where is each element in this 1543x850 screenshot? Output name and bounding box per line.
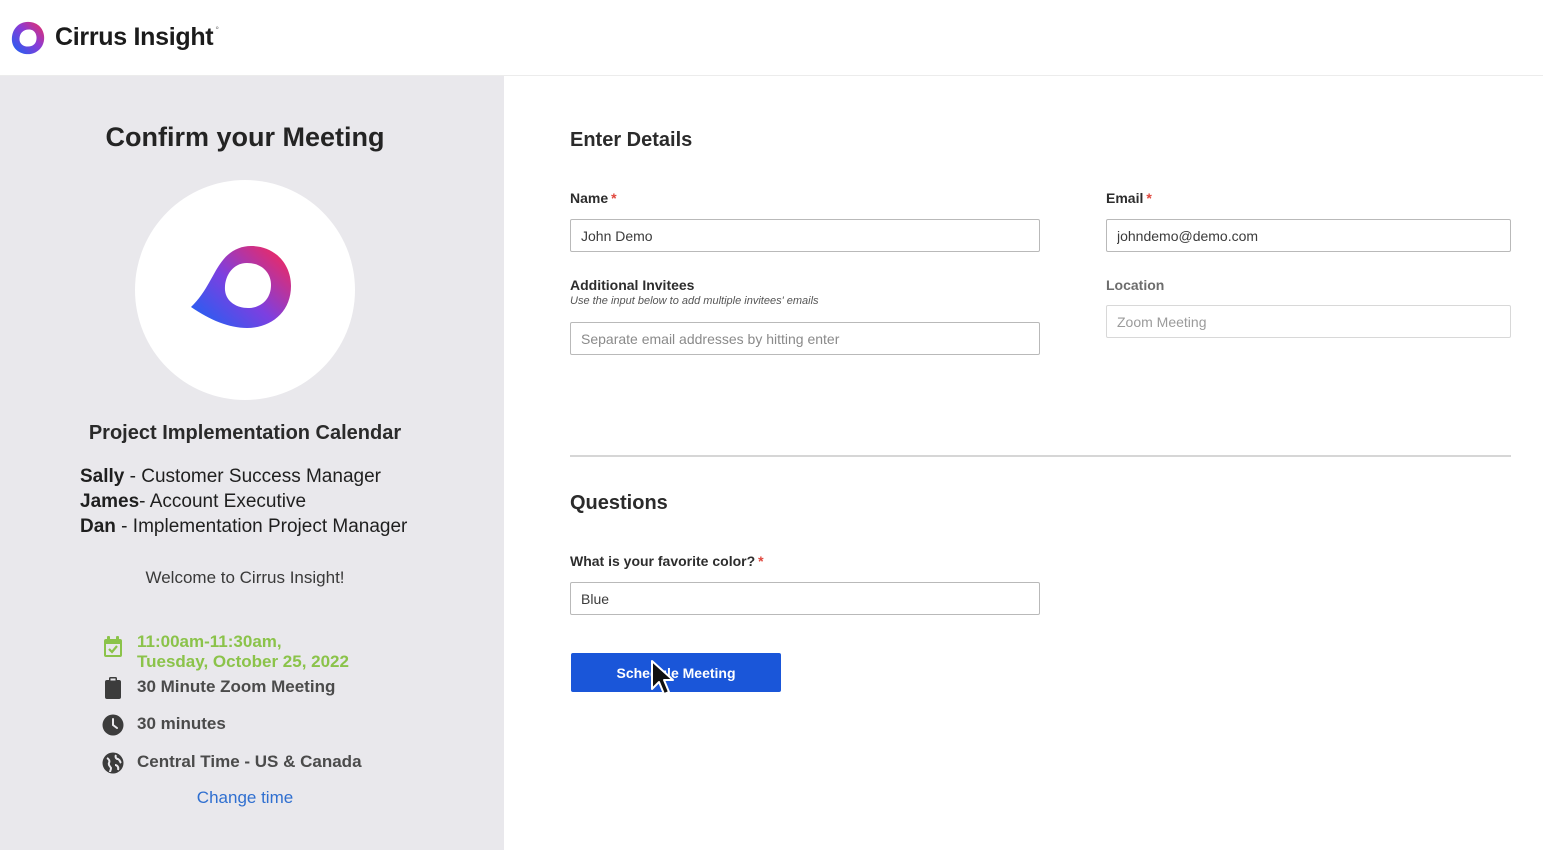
required-mark: *	[611, 190, 617, 206]
team-member-role: Account Executive	[149, 491, 307, 512]
meeting-duration: 30 minutes	[137, 714, 226, 733]
meeting-type-row: 30 Minute Zoom Meeting	[102, 677, 335, 699]
top-header: Cirrus Insight °	[0, 0, 1543, 76]
change-time-link[interactable]: Change time	[0, 788, 490, 808]
team-member-separator: -	[115, 516, 133, 537]
team-member: Dan - Implementation Project Manager	[80, 514, 407, 539]
location-field	[1106, 305, 1511, 338]
clipboard-icon	[102, 677, 124, 699]
clock-icon	[102, 714, 124, 736]
name-label-text: Name	[570, 190, 609, 206]
required-mark: *	[1146, 190, 1152, 206]
location-label: Location	[1106, 277, 1165, 293]
meeting-type: 30 Minute Zoom Meeting	[137, 677, 336, 696]
additional-invitees-label: Additional Invitees	[570, 277, 695, 293]
required-mark: *	[758, 553, 764, 569]
favorite-color-field[interactable]	[570, 582, 1040, 615]
brand-trademark: °	[215, 24, 219, 35]
meeting-datetime: 11:00am-11:30am, Tuesday, October 25, 20…	[102, 632, 349, 672]
calendar-name: Project Implementation Calendar	[88, 422, 402, 444]
email-label: Email *	[1106, 190, 1152, 206]
team-member: Sally - Customer Success Manager	[80, 464, 407, 489]
cirrus-insight-logo-icon	[191, 246, 291, 328]
team-member-name: Sally	[80, 466, 125, 487]
team-member-name: Dan	[80, 516, 116, 537]
cirrus-insight-logo-icon[interactable]	[9, 19, 47, 57]
team-member-separator: -	[124, 466, 142, 487]
questions-title: Questions	[570, 492, 668, 514]
duration-row: 30 minutes	[102, 714, 226, 736]
globe-icon	[102, 752, 124, 774]
team-member-role: Customer Success Manager	[141, 466, 381, 487]
team-member-separator: -	[139, 491, 150, 512]
name-field[interactable]	[570, 219, 1040, 252]
datetime-text: 11:00am-11:30am, Tuesday, October 25, 20…	[137, 632, 349, 672]
team-member-name: James	[80, 491, 140, 512]
additional-invitees-input[interactable]	[570, 322, 1040, 355]
time-range: 11:00am-11:30am,	[137, 632, 282, 651]
additional-invitees-hint: Use the input below to add multiple invi…	[570, 295, 819, 307]
calendar-avatar	[135, 180, 355, 400]
name-label: Name *	[570, 190, 617, 206]
schedule-meeting-button[interactable]: Schedule Meeting	[571, 653, 781, 692]
email-field[interactable]	[1106, 219, 1511, 252]
confirm-title: Confirm your Meeting	[105, 122, 385, 152]
team-member: James- Account Executive	[80, 489, 407, 514]
welcome-message: Welcome to Cirrus Insight!	[145, 568, 345, 587]
timezone: Central Time - US & Canada	[137, 752, 362, 771]
favorite-color-question: What is your favorite color?	[570, 553, 756, 569]
calendar-icon	[102, 636, 124, 658]
email-label-text: Email	[1106, 190, 1144, 206]
section-divider	[570, 455, 1511, 457]
favorite-color-label: What is your favorite color? *	[570, 553, 764, 569]
mouse-pointer-icon	[651, 660, 674, 695]
meeting-summary-panel: Confirm your Meeting Project Implementat…	[0, 76, 504, 850]
team-list: Sally - Customer Success Manager James- …	[80, 464, 407, 539]
enter-details-title: Enter Details	[570, 129, 693, 151]
team-member-role: Implementation Project Manager	[132, 516, 408, 537]
brand-name: Cirrus Insight	[55, 23, 214, 51]
meeting-date: Tuesday, October 25, 2022	[137, 652, 349, 671]
timezone-row: Central Time - US & Canada	[102, 752, 362, 774]
